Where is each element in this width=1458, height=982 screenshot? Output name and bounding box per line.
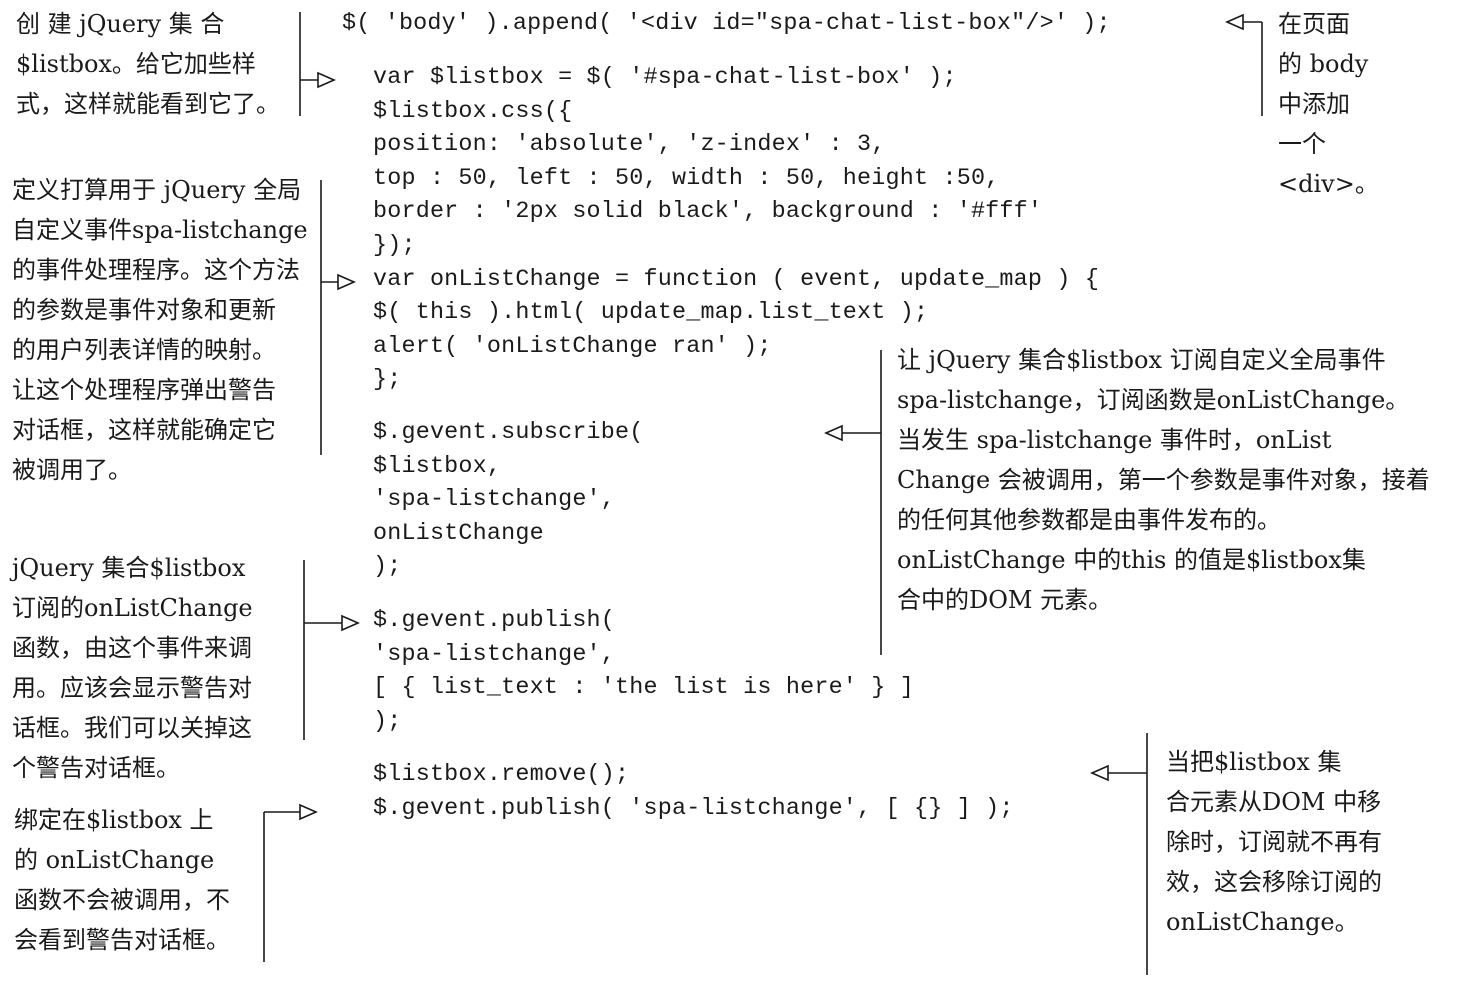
arrow-left-icon (1225, 13, 1244, 31)
arrow-right-icon (337, 273, 356, 291)
arrow-right-icon (299, 803, 318, 821)
arrow-left-icon (1090, 764, 1109, 782)
arrow-right-icon (341, 614, 360, 632)
callout-lines (263, 12, 1263, 975)
arrow-right-icon (317, 71, 336, 89)
arrow-left-icon (824, 424, 843, 442)
